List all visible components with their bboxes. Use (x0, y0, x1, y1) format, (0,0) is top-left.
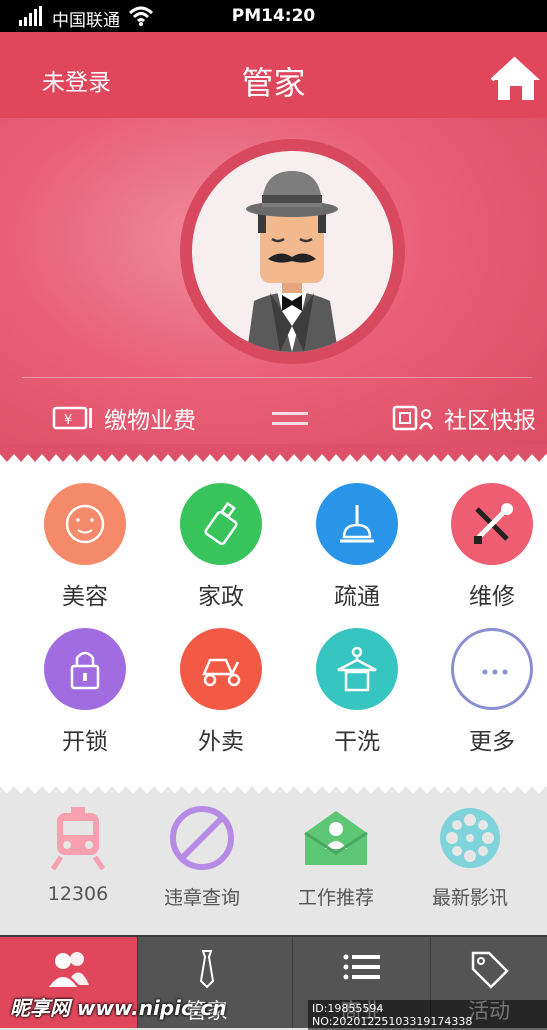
lock-icon (70, 651, 100, 690)
pay-property-fee-button[interactable]: ¥ 缴物业费 (52, 401, 196, 435)
more-icon (482, 669, 508, 675)
service-label: 外卖 (198, 729, 244, 755)
shortcut-traffic-violation[interactable]: 违章查询 (142, 803, 262, 910)
shortcut-job-recommend[interactable]: 工作推荐 (276, 803, 396, 910)
service-hanger[interactable]: 干洗 (297, 628, 417, 756)
service-icon-circle (316, 628, 398, 710)
service-icon-circle (451, 628, 533, 710)
status-time: PM14:20 (231, 6, 316, 26)
service-icon-circle (44, 483, 126, 565)
shortcut-label: 违章查询 (163, 887, 240, 909)
hero-divider (22, 377, 532, 378)
community-news-button[interactable]: 社区快报 (392, 401, 536, 435)
butler-illustration (246, 171, 338, 352)
service-scooter[interactable]: 外卖 (161, 628, 281, 756)
service-icon-circle (316, 483, 398, 565)
service-label: 疏通 (334, 584, 380, 610)
service-label: 美容 (62, 584, 108, 610)
svg-text:¥: ¥ (64, 413, 72, 428)
pay-property-fee-label: 缴物业费 (104, 408, 196, 434)
shortcut-12306[interactable]: 12306 (18, 803, 138, 905)
job-envelope-icon (304, 811, 368, 865)
app-header: 未登录 管家 (0, 32, 547, 118)
service-icon-circle (44, 628, 126, 710)
service-more[interactable]: 更多 (432, 628, 547, 756)
service-label: 开锁 (62, 729, 108, 755)
divider-lines-icon (272, 412, 308, 425)
butler-avatar (192, 151, 393, 352)
shortcut-movie-news[interactable]: 最新影讯 (410, 803, 530, 910)
list-icon (343, 954, 380, 980)
shortcut-label: 12306 (47, 883, 109, 905)
tie-icon (199, 950, 214, 989)
prohibited-icon (170, 806, 234, 870)
service-icon-circle (180, 628, 262, 710)
plunger-icon (340, 505, 374, 543)
tag-icon (471, 951, 509, 989)
tools-icon (474, 503, 513, 544)
shortcut-bar: 12306 违章查询 工作推荐 最新影讯 (0, 797, 547, 935)
face-icon (65, 504, 105, 544)
hanger-icon (337, 646, 377, 692)
service-icon-circle (180, 483, 262, 565)
service-face[interactable]: 美容 (25, 483, 145, 611)
services-grid: 美容 家政 疏通 维修开锁 外卖 干洗 更多 (0, 463, 547, 788)
status-bar: 中国联通 PM14:20 (0, 0, 547, 32)
community-news-label: 社区快报 (444, 408, 536, 434)
scooter-icon (202, 658, 241, 687)
zigzag-edge-bottom (0, 776, 547, 798)
shortcut-label: 最新影讯 (431, 887, 508, 909)
hero-banner: ¥ 缴物业费 社区快报 (0, 118, 547, 463)
service-label: 更多 (469, 729, 515, 755)
film-reel-icon (440, 808, 500, 868)
service-label: 干洗 (334, 729, 380, 755)
service-plunger[interactable]: 疏通 (297, 483, 417, 611)
service-icon-circle (451, 483, 533, 565)
service-label: 家政 (198, 584, 244, 610)
home-icon[interactable] (490, 54, 542, 102)
bill-icon: ¥ (52, 406, 92, 430)
page-title: 管家 (241, 64, 306, 102)
service-lock[interactable]: 开锁 (25, 628, 145, 756)
service-spray-bottle[interactable]: 家政 (161, 483, 281, 611)
news-icon (392, 405, 434, 431)
watermark-site: 昵享网 www.nipic.cn (10, 996, 227, 1020)
spray-bottle-icon (204, 501, 238, 546)
service-label: 维修 (469, 584, 515, 610)
service-tools[interactable]: 维修 (432, 483, 547, 611)
shortcut-label: 工作推荐 (297, 887, 374, 909)
train-icon (50, 807, 106, 871)
users-icon (48, 952, 89, 987)
